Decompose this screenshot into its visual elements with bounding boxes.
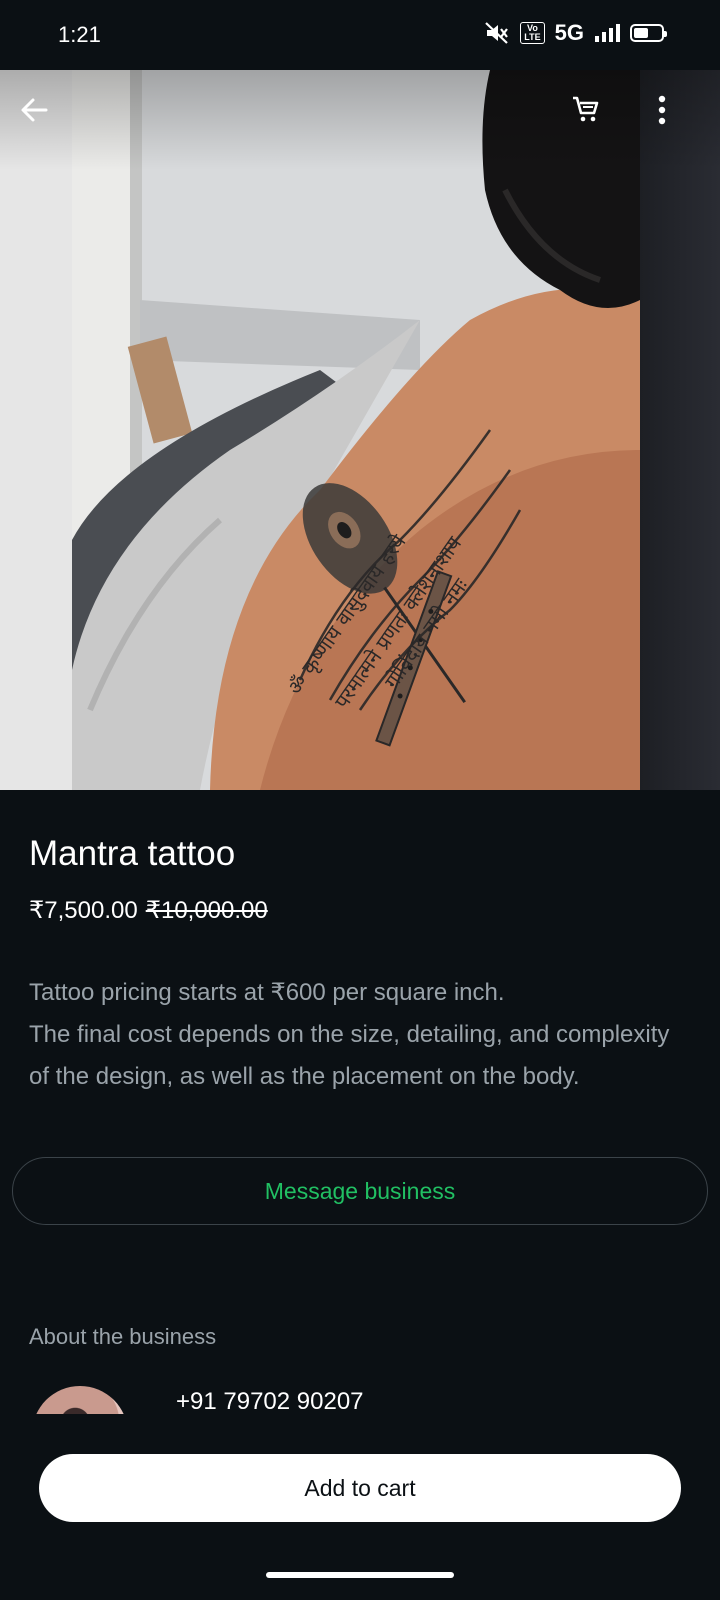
product-title: Mantra tattoo bbox=[29, 834, 236, 873]
volte-icon: Vo LTE bbox=[520, 22, 545, 44]
mute-icon bbox=[484, 21, 510, 45]
current-price: ₹7,500.00 bbox=[29, 897, 138, 924]
status-time: 1:21 bbox=[58, 22, 101, 47]
home-indicator[interactable] bbox=[266, 1572, 454, 1578]
signal-icon bbox=[594, 23, 620, 43]
cart-button[interactable] bbox=[571, 94, 619, 142]
status-bar: 1:21 Vo LTE 5G bbox=[0, 0, 720, 70]
product-image[interactable]: ॐ कृष्णाय वासुदेवाय हरये परमात्मने प्रणत… bbox=[0, 70, 720, 790]
add-to-cart-button[interactable]: Add to cart bbox=[39, 1454, 681, 1522]
network-type: 5G bbox=[554, 20, 584, 45]
original-price: ₹10,000.00 bbox=[145, 897, 268, 924]
avatar bbox=[32, 1386, 128, 1414]
battery-icon bbox=[630, 24, 667, 42]
status-icons: Vo LTE 5G bbox=[484, 20, 667, 46]
business-row[interactable]: +91 79702 90207 bbox=[0, 1384, 720, 1414]
back-button[interactable] bbox=[18, 94, 66, 142]
message-business-button[interactable]: Message business bbox=[12, 1157, 708, 1225]
tattoo-photo: ॐ कृष्णाय वासुदेवाय हरये परमात्मने प्रणत… bbox=[72, 70, 640, 790]
more-options-button[interactable] bbox=[657, 94, 705, 142]
about-business-heading: About the business bbox=[29, 1324, 217, 1349]
price-row: ₹7,500.00 ₹10,000.00 bbox=[29, 896, 268, 925]
business-phone: +91 79702 90207 bbox=[176, 1388, 364, 1414]
product-description: Tattoo pricing starts at ₹600 per square… bbox=[29, 979, 670, 1090]
